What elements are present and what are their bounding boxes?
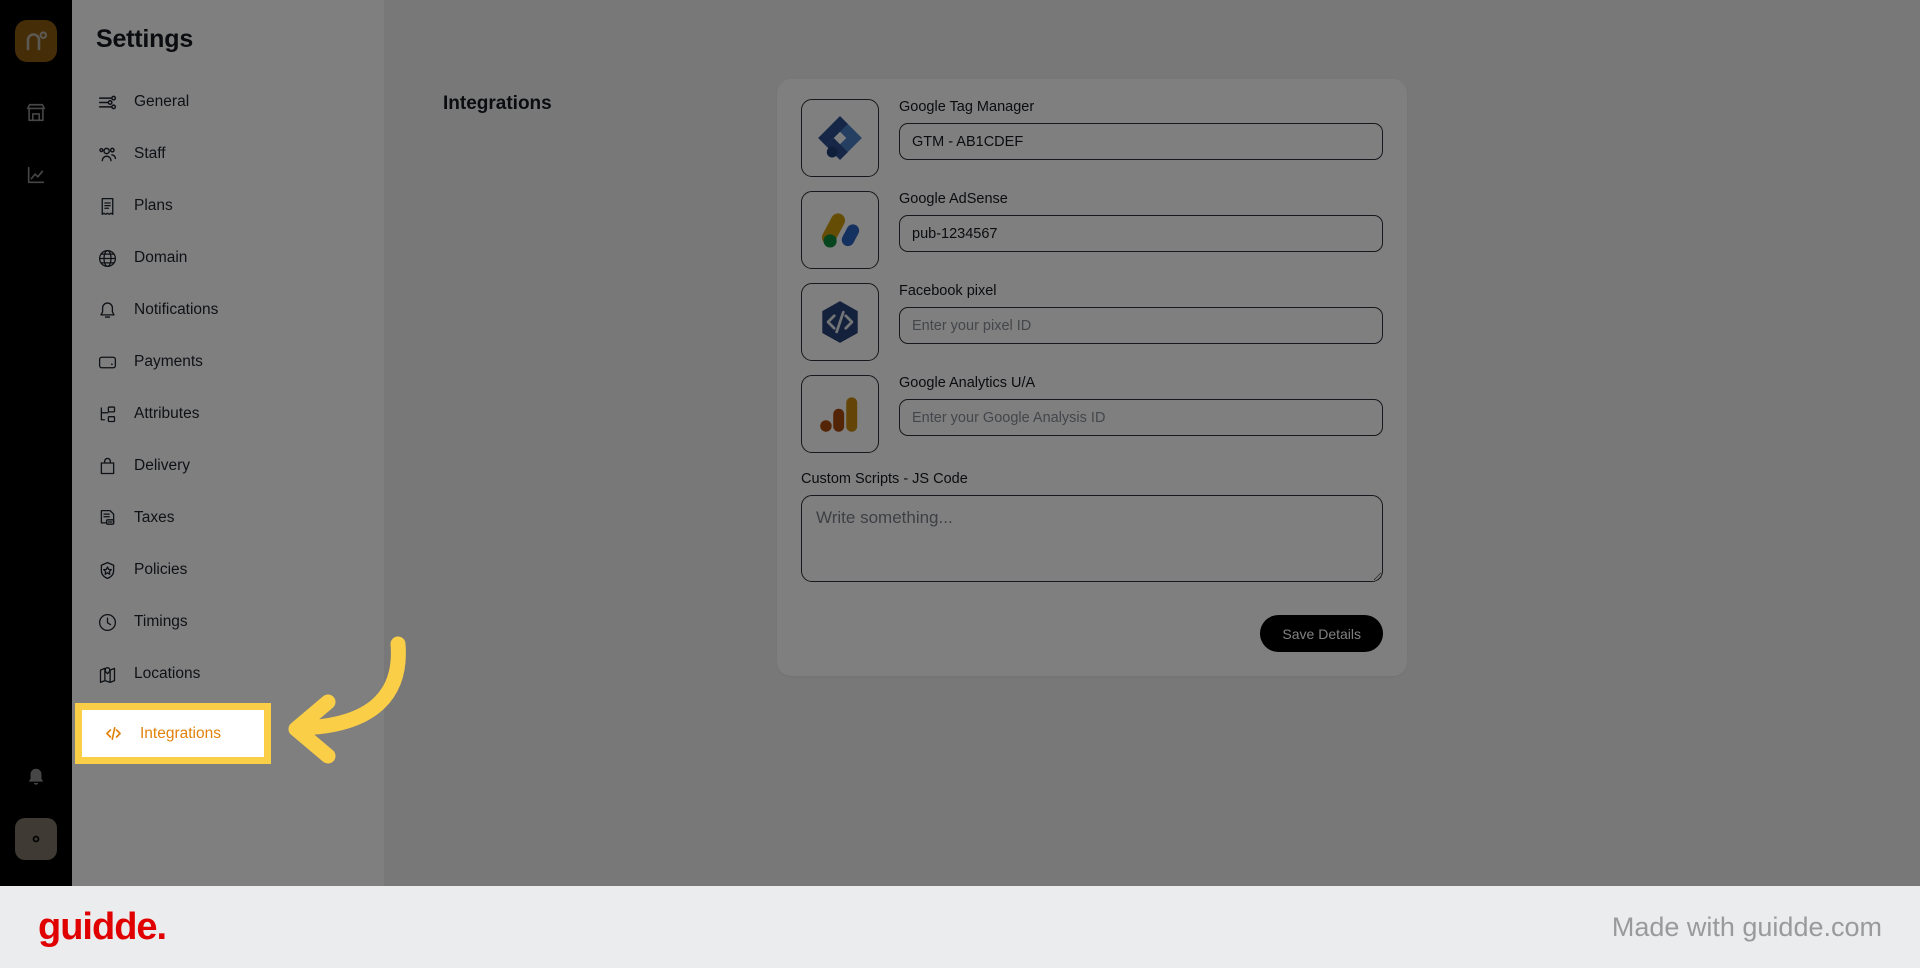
made-with-guidde-label: Made with guidde.com bbox=[1611, 911, 1882, 942]
globe-icon bbox=[96, 247, 118, 269]
integration-row-adsense: Google AdSense bbox=[801, 191, 1383, 269]
facebook-pixel-icon bbox=[801, 283, 879, 361]
sidebar-item-label: Plans bbox=[134, 197, 173, 214]
section-title: Integrations bbox=[443, 93, 552, 114]
sidebar-item-domain[interactable]: Domain bbox=[72, 232, 384, 284]
integration-fields: Google AdSense bbox=[899, 191, 1383, 252]
icon-rail bbox=[0, 0, 72, 886]
shield-star-icon bbox=[96, 559, 118, 581]
integration-label: Facebook pixel bbox=[899, 283, 997, 299]
integration-label: Google AdSense bbox=[899, 191, 1008, 207]
analytics-icon[interactable] bbox=[15, 154, 57, 196]
sidebar-item-integrations[interactable]: Integrations bbox=[72, 700, 384, 752]
integration-label: Google Analytics U/A bbox=[899, 375, 1036, 391]
gear-icon[interactable] bbox=[15, 818, 57, 860]
integration-row-facebook-pixel: Facebook pixel bbox=[801, 283, 1383, 361]
sidebar-item-notifications[interactable]: Notifications bbox=[72, 284, 384, 336]
users-icon bbox=[96, 143, 118, 165]
sidebar-item-label: Integrations bbox=[134, 717, 215, 734]
sidebar-item-general[interactable]: General bbox=[72, 76, 384, 128]
brand-glyph-icon bbox=[26, 31, 48, 51]
integration-fields: Google Analytics U/A bbox=[899, 375, 1383, 436]
sidebar-item-label: Staff bbox=[134, 145, 166, 162]
brand-logo[interactable] bbox=[15, 20, 57, 62]
application-screen: Settings General Staff Plans Domain Noti… bbox=[0, 0, 1920, 886]
sidebar-item-label: Payments bbox=[134, 353, 203, 370]
sidebar-item-label: Locations bbox=[134, 665, 201, 682]
code-icon bbox=[96, 715, 118, 737]
gtm-id-input[interactable] bbox=[899, 123, 1383, 160]
save-details-button[interactable]: Save Details bbox=[1260, 615, 1383, 652]
integration-row-gtm: Google Tag Manager bbox=[801, 99, 1383, 177]
hierarchy-icon bbox=[96, 403, 118, 425]
adsense-id-input[interactable] bbox=[899, 215, 1383, 252]
sidebar-item-label: Policies bbox=[134, 561, 188, 578]
integration-fields: Facebook pixel bbox=[899, 283, 1383, 344]
sidebar-item-label: Timings bbox=[134, 613, 188, 630]
receipt-icon bbox=[96, 195, 118, 217]
map-pin-icon bbox=[96, 663, 118, 685]
facebook-pixel-id-input[interactable] bbox=[899, 307, 1383, 344]
bell-icon[interactable] bbox=[15, 756, 57, 798]
google-analytics-icon bbox=[801, 375, 879, 453]
guidde-footer: guidde. Made with guidde.com bbox=[0, 886, 1920, 968]
integration-label: Google Tag Manager bbox=[899, 99, 1035, 115]
app-root: Settings General Staff Plans Domain Noti… bbox=[0, 0, 1920, 968]
sidebar-item-label: Notifications bbox=[134, 301, 219, 318]
sidebar-item-payments[interactable]: Payments bbox=[72, 336, 384, 388]
bag-icon bbox=[96, 455, 118, 477]
sidebar-item-label: General bbox=[134, 93, 190, 110]
custom-scripts-label: Custom Scripts - JS Code bbox=[801, 471, 968, 487]
page-title: Settings bbox=[96, 25, 194, 53]
google-tag-manager-icon bbox=[801, 99, 879, 177]
save-row: Save Details bbox=[801, 615, 1383, 652]
sidebar-item-label: Delivery bbox=[134, 457, 190, 474]
integration-fields: Google Tag Manager bbox=[899, 99, 1383, 160]
bell-icon bbox=[96, 299, 118, 321]
main-content: Integrations Google Tag Manager GTM - AB… bbox=[384, 0, 1920, 886]
sidebar-item-policies[interactable]: Policies bbox=[72, 544, 384, 596]
sidebar-item-label: Domain bbox=[134, 249, 188, 266]
sidebar-item-timings[interactable]: Timings bbox=[72, 596, 384, 648]
sidebar-item-attributes[interactable]: Attributes bbox=[72, 388, 384, 440]
sidebar-item-plans[interactable]: Plans bbox=[72, 180, 384, 232]
custom-scripts-textarea[interactable] bbox=[801, 495, 1383, 582]
sidebar-item-label: Taxes bbox=[134, 509, 175, 526]
integrations-card: Google Tag Manager Google AdSens bbox=[777, 79, 1407, 676]
clock-icon bbox=[96, 611, 118, 633]
sidebar-item-label: Attributes bbox=[134, 405, 200, 422]
settings-nav: General Staff Plans Domain Notifications… bbox=[72, 76, 384, 752]
sliders-icon bbox=[96, 91, 118, 113]
store-icon[interactable] bbox=[15, 92, 57, 134]
google-adsense-icon bbox=[801, 191, 879, 269]
guidde-logo: guidde. bbox=[38, 905, 167, 948]
sidebar-item-locations[interactable]: Locations bbox=[72, 648, 384, 700]
integration-row-google-analytics: Google Analytics U/A bbox=[801, 375, 1383, 453]
wallet-icon bbox=[96, 351, 118, 373]
settings-sidebar: Settings General Staff Plans Domain Noti… bbox=[72, 0, 384, 886]
google-analytics-id-input[interactable] bbox=[899, 399, 1383, 436]
sidebar-item-taxes[interactable]: Taxes bbox=[72, 492, 384, 544]
tax-document-icon bbox=[96, 507, 118, 529]
sidebar-item-staff[interactable]: Staff bbox=[72, 128, 384, 180]
sidebar-item-delivery[interactable]: Delivery bbox=[72, 440, 384, 492]
